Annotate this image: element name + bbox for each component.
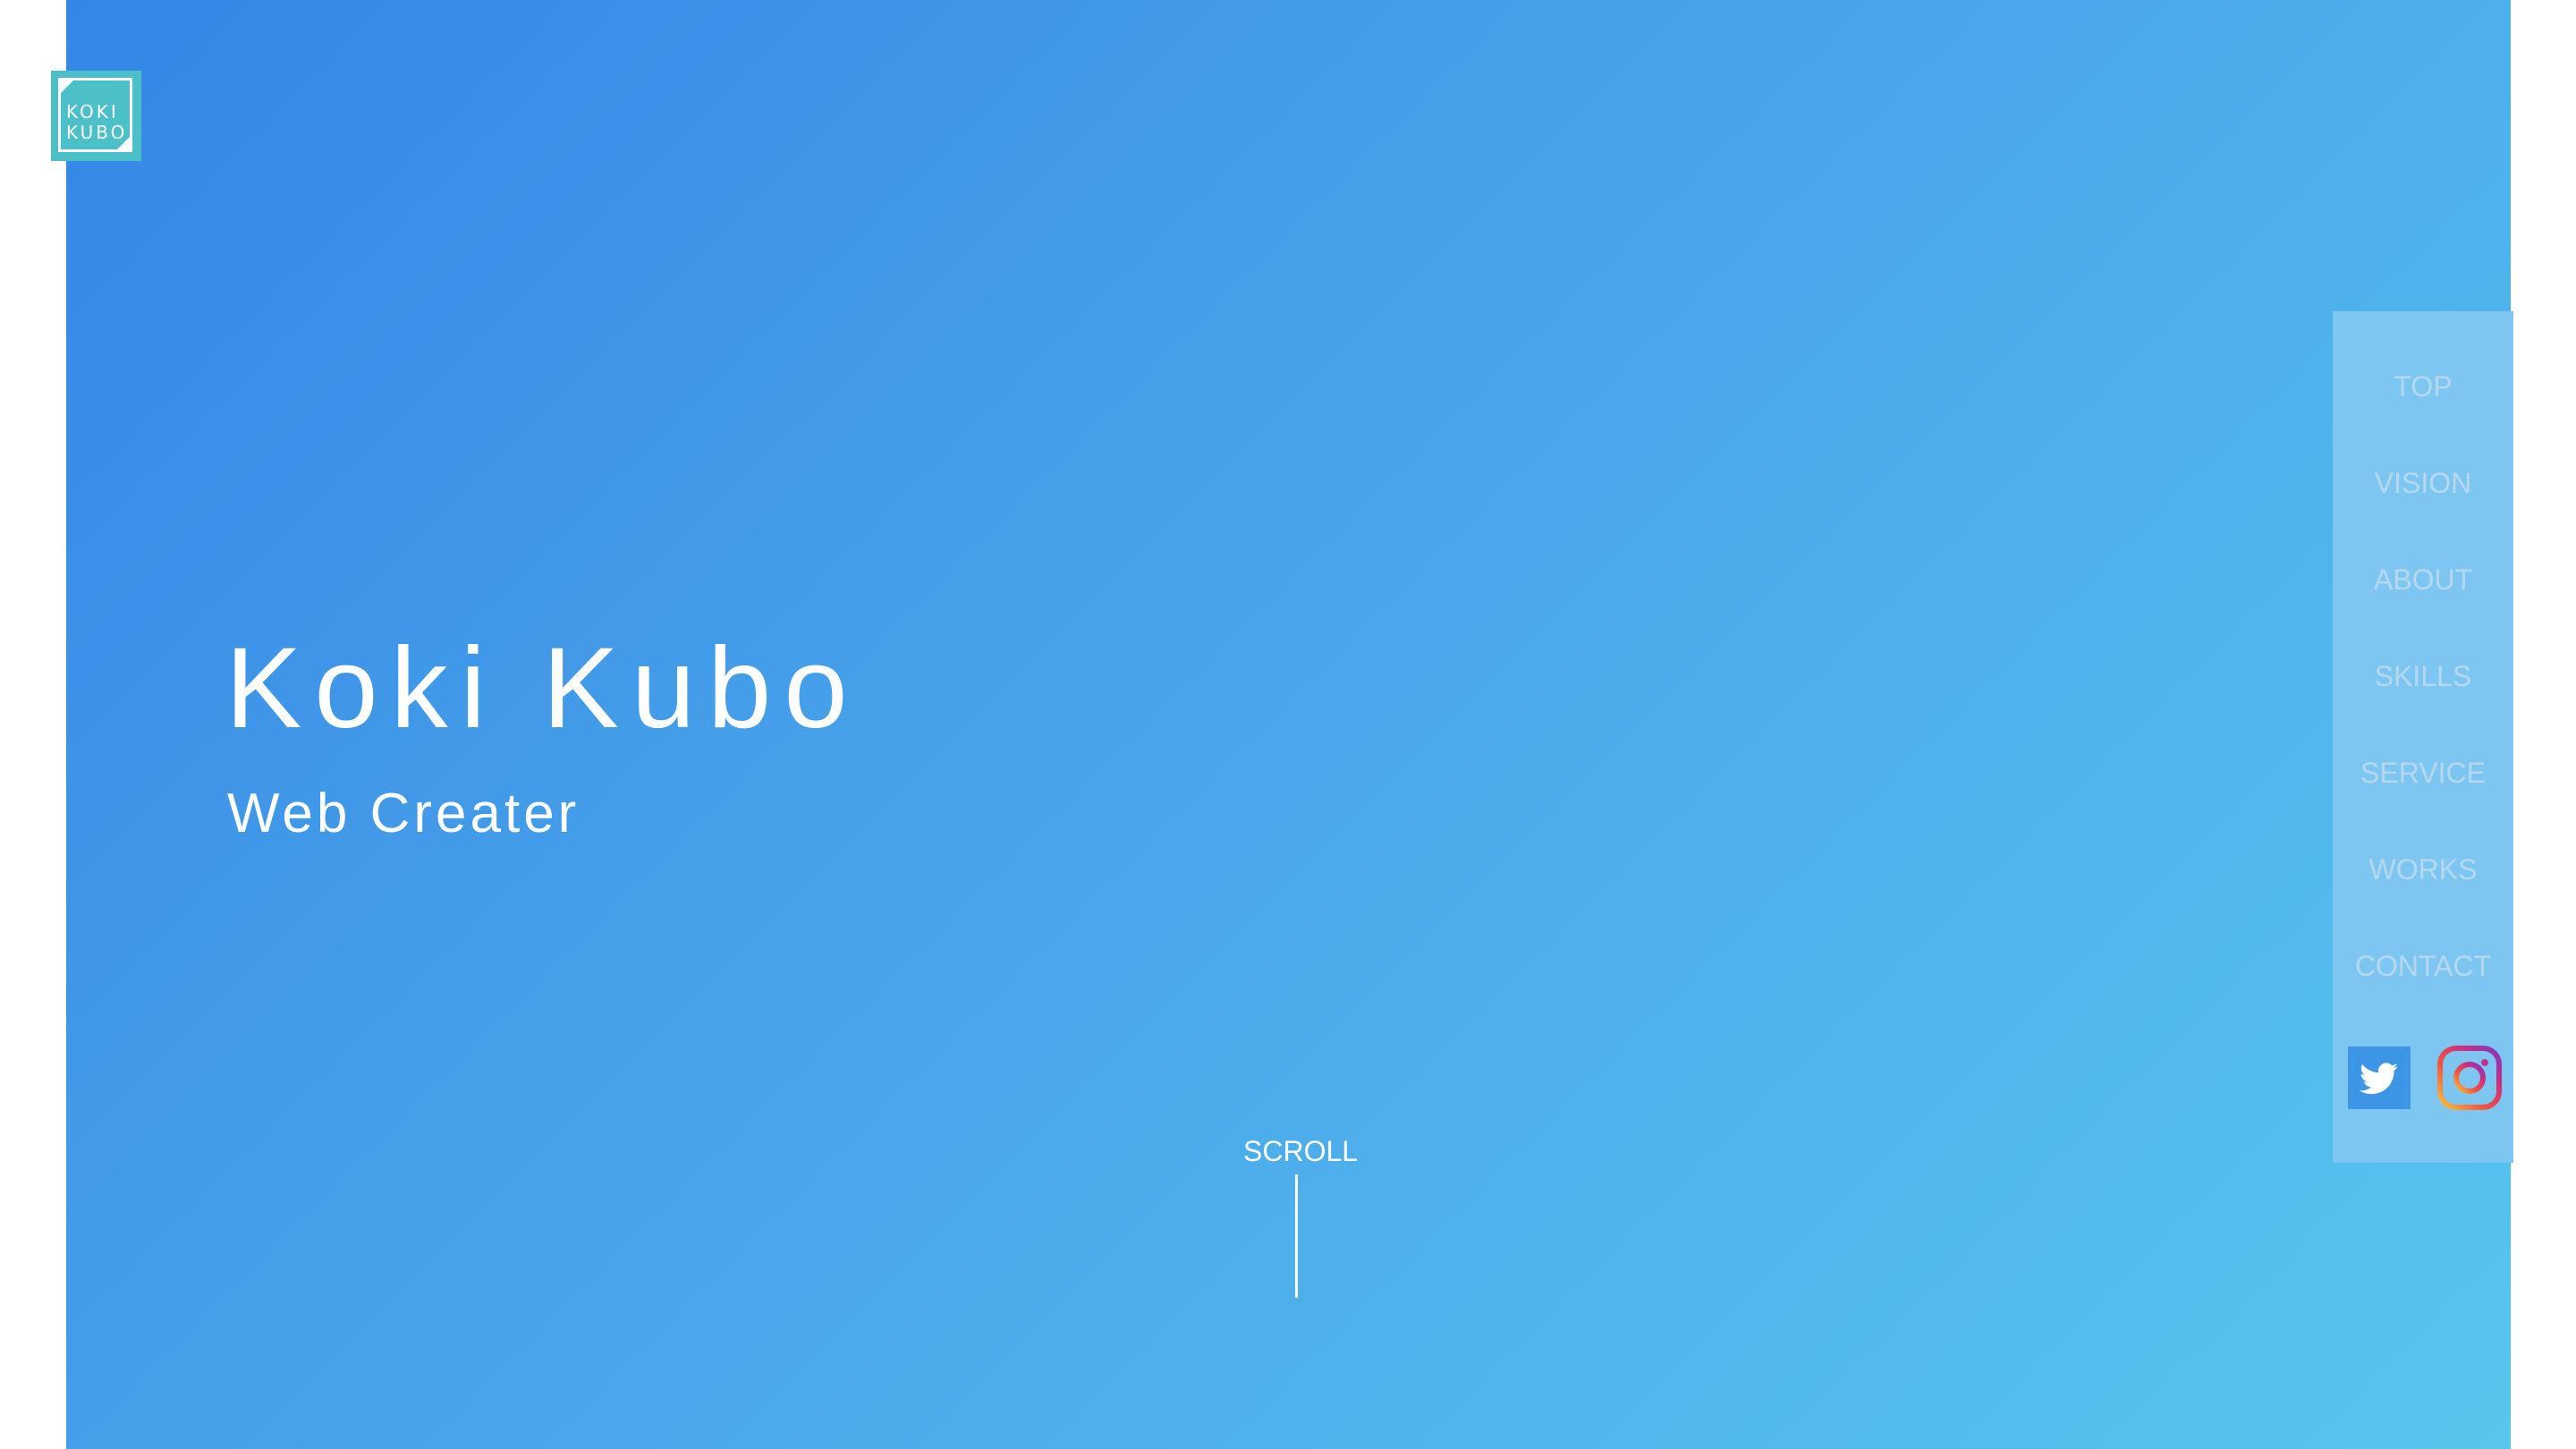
scroll-line [1295, 1174, 1298, 1298]
nav-item-top[interactable]: TOP [2333, 369, 2513, 404]
scroll-label: SCROLL [1243, 1135, 1359, 1167]
nav-item-service[interactable]: SERVICE [2333, 755, 2513, 791]
scroll-indicator[interactable]: SCROLL [1243, 1133, 1359, 1298]
nav-item-works[interactable]: WORKS [2333, 852, 2513, 887]
logo-text-line2: KUBO [66, 122, 128, 143]
twitter-link[interactable] [2348, 1046, 2411, 1109]
hero-title: Koki Kubo [225, 624, 860, 752]
page: KOKI KUBO Koki Kubo Web Creater SCROLL T… [0, 0, 2576, 1449]
nav-item-skills[interactable]: SKILLS [2333, 658, 2513, 694]
instagram-link[interactable] [2436, 1045, 2503, 1111]
instagram-icon [2437, 1046, 2502, 1110]
logo-text: KOKI KUBO [66, 102, 127, 143]
logo-corner-top-left [61, 80, 73, 93]
nav-item-about[interactable]: ABOUT [2333, 562, 2513, 597]
logo-text-line1: KOKI [66, 101, 119, 123]
logo-frame: KOKI KUBO [58, 78, 132, 152]
side-nav: TOP VISION ABOUT SKILLS SERVICE WORKS CO… [2333, 311, 2513, 1163]
site-logo[interactable]: KOKI KUBO [51, 71, 141, 161]
nav-item-vision[interactable]: VISION [2333, 465, 2513, 501]
nav-item-contact[interactable]: CONTACT [2333, 948, 2513, 984]
hero-subtitle: Web Creater [227, 783, 580, 844]
twitter-icon [2360, 1063, 2398, 1095]
